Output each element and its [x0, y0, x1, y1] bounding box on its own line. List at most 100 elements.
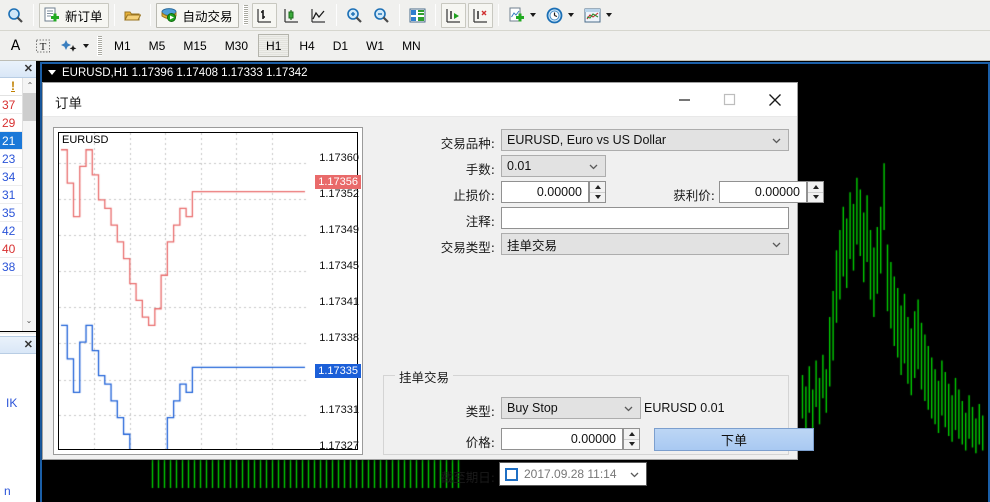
market-watch-titlebar: ✕: [0, 61, 36, 78]
main-toolbar: 新订单 自动交易: [0, 0, 990, 31]
stoploss-value: 0.00000: [536, 185, 582, 199]
scrollbar-thumb[interactable]: [23, 93, 36, 121]
chart-tab-header[interactable]: EURUSD,H1 1.17396 1.17408 1.17333 1.1734…: [40, 62, 990, 81]
chevron-down-icon[interactable]: [588, 161, 599, 172]
chart-shift-button[interactable]: [467, 2, 493, 28]
chart-dropdown-icon[interactable]: [48, 70, 56, 75]
pending-type-combo[interactable]: Buy Stop: [501, 397, 641, 419]
application-window: 新订单 自动交易 A T M1 M5 M15 M30 H1 H4 D1 W1 M…: [0, 0, 990, 502]
market-watch-scrollbar[interactable]: ⌃: [22, 78, 36, 331]
chevron-down-icon[interactable]: [629, 469, 640, 480]
timeframe-label: H1: [266, 38, 282, 53]
zoom-out-button[interactable]: [369, 3, 394, 28]
dialog-title: 订单: [55, 96, 82, 112]
timeframe-label: D1: [332, 38, 349, 53]
line-chart-button[interactable]: [306, 3, 331, 28]
order-type-combo[interactable]: 挂单交易: [501, 233, 789, 255]
takeprofit-label: 获利价:: [673, 188, 715, 203]
takeprofit-stepper[interactable]: [807, 181, 824, 203]
price-decrement-icon[interactable]: [624, 440, 639, 450]
close-button[interactable]: [752, 83, 797, 116]
timeframe-m1[interactable]: M1: [106, 34, 139, 57]
ask-price-tag: 1.17356: [315, 175, 361, 189]
magnifier-icon-glyph: [7, 7, 24, 24]
tile-windows-button[interactable]: [405, 3, 430, 28]
templates-caret-icon[interactable]: [605, 13, 612, 17]
price-increment-icon[interactable]: [624, 429, 639, 440]
auto-scroll-button[interactable]: [440, 2, 466, 28]
scroll-down-icon[interactable]: ⌄: [22, 313, 36, 328]
minimize-button[interactable]: [662, 83, 707, 116]
candlestick-chart-button[interactable]: [279, 3, 304, 28]
shapes-tool-button[interactable]: [57, 33, 93, 58]
period-button[interactable]: [542, 3, 578, 28]
pending-price-stepper[interactable]: [623, 428, 640, 450]
timeframe-m5[interactable]: M5: [141, 34, 174, 57]
takeprofit-decrement-icon[interactable]: [808, 193, 823, 203]
folder-icon[interactable]: [120, 3, 145, 28]
price-axis-label: 1.17360: [319, 152, 359, 164]
templates-button[interactable]: [580, 3, 616, 28]
bar-chart-button[interactable]: [251, 2, 277, 28]
volume-combo[interactable]: 0.01: [501, 155, 606, 177]
pending-type-label: 类型:: [465, 404, 495, 419]
pending-price-value: 0.00000: [570, 432, 616, 446]
candle-chart-icon: [283, 7, 300, 24]
new-order-button[interactable]: 新订单: [39, 2, 109, 28]
navigator-close-icon[interactable]: ✕: [24, 338, 33, 352]
timeframe-label: W1: [366, 38, 385, 53]
order-type-value: 挂单交易: [507, 238, 558, 253]
dialog-titlebar[interactable]: 订单: [43, 83, 797, 117]
symbol-combo[interactable]: EURUSD, Euro vs US Dollar: [501, 129, 789, 151]
indicators-caret-icon[interactable]: [529, 13, 536, 17]
text-tool-button[interactable]: A: [3, 33, 28, 58]
new-order-label: 新订单: [65, 8, 103, 24]
chevron-down-icon[interactable]: [771, 135, 782, 146]
text-label-tool-button[interactable]: T: [30, 33, 55, 58]
timeframe-d1[interactable]: D1: [325, 34, 356, 57]
chart-tab-title: EURUSD,H1 1.17396 1.17408 1.17333 1.1734…: [62, 66, 308, 79]
takeprofit-increment-icon[interactable]: [808, 182, 823, 193]
chevron-down-icon[interactable]: [771, 239, 782, 250]
text-tool-label: A: [10, 37, 21, 54]
shapes-icon: [61, 38, 78, 54]
price-axis-label: 1.17352: [319, 188, 359, 200]
auto-trading-button[interactable]: 自动交易: [155, 2, 239, 28]
pending-price-label: 价格:: [465, 435, 495, 450]
timeframe-m15[interactable]: M15: [175, 34, 214, 57]
place-order-button[interactable]: 下单: [654, 428, 814, 451]
scroll-up-icon[interactable]: ⌃: [23, 78, 36, 93]
stoploss-input[interactable]: 0.00000: [501, 181, 589, 203]
timeframe-h4[interactable]: H4: [291, 34, 322, 57]
maximize-button[interactable]: [707, 83, 752, 116]
magnifier-icon[interactable]: [3, 3, 28, 28]
pending-price-input[interactable]: 0.00000: [501, 428, 623, 450]
indicators-button[interactable]: [504, 3, 540, 28]
timeframe-label: MN: [402, 38, 421, 53]
navigator-item-label-2[interactable]: n: [4, 484, 11, 498]
takeprofit-input[interactable]: 0.00000: [719, 181, 807, 203]
timeframe-label: M15: [183, 38, 207, 53]
price-axis-label: 1.17331: [319, 404, 359, 416]
timeframe-mn[interactable]: MN: [394, 34, 429, 57]
timeframe-w1[interactable]: W1: [358, 34, 392, 57]
clock-icon: [546, 7, 563, 24]
text-label-icon: T: [35, 38, 51, 54]
expiry-checkbox[interactable]: [505, 467, 518, 481]
new-order-icon: [43, 7, 60, 24]
expiry-datetime-field[interactable]: 2017.09.28 11:14: [499, 462, 647, 486]
market-watch-close-icon[interactable]: ✕: [24, 62, 33, 76]
navigator-item-label[interactable]: IK: [0, 354, 36, 410]
stoploss-label: 止损价:: [453, 188, 495, 203]
zoom-in-button[interactable]: [342, 3, 367, 28]
shapes-caret-icon[interactable]: [83, 43, 89, 48]
folder-icon-glyph: [123, 8, 141, 23]
comment-input[interactable]: [501, 207, 789, 229]
timeframe-h1[interactable]: H1: [258, 34, 290, 57]
expiry-value: 2017.09.28 11:14: [524, 467, 617, 481]
timeframe-bar: M1 M5 M15 M30 H1 H4 D1 W1 MN: [105, 34, 430, 57]
period-caret-icon[interactable]: [567, 13, 574, 17]
price-axis-label: 1.17341: [319, 296, 359, 308]
chevron-down-icon[interactable]: [623, 403, 634, 414]
timeframe-m30[interactable]: M30: [217, 34, 256, 57]
